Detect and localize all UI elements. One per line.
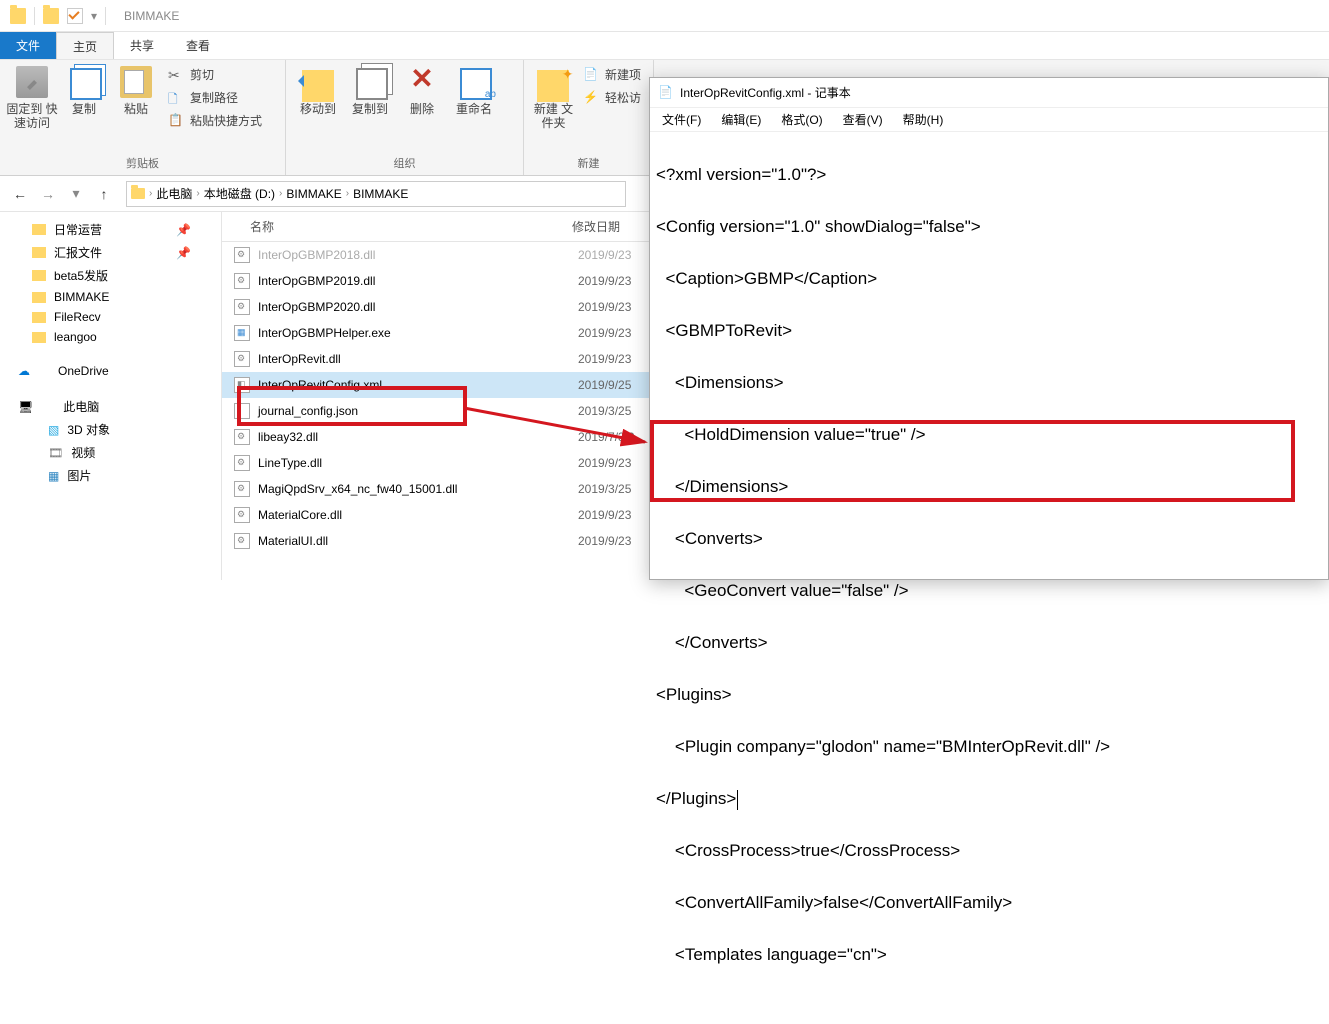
scissors-icon bbox=[168, 67, 184, 83]
easyaccess-icon bbox=[583, 90, 599, 106]
group-new-label: 新建 bbox=[524, 153, 653, 175]
breadcrumb-seg-folder1: BIMMAKE› bbox=[286, 187, 351, 201]
check-icon[interactable] bbox=[67, 8, 83, 24]
json-icon bbox=[234, 403, 250, 419]
newfolder-icon bbox=[537, 70, 569, 102]
tab-home[interactable]: 主页 bbox=[56, 32, 114, 59]
notepad-titlebar[interactable]: 📄 InterOpRevitConfig.xml - 记事本 bbox=[650, 78, 1328, 108]
notepad-window: 📄 InterOpRevitConfig.xml - 记事本 文件(F) 编辑(… bbox=[649, 77, 1329, 580]
dll-icon bbox=[234, 351, 250, 367]
pasteshortcut-button[interactable]: 粘贴快捷方式 bbox=[168, 112, 262, 129]
breadcrumb-seg-drive: 本地磁盘 (D:)› bbox=[204, 185, 285, 202]
copypath-button[interactable]: 复制路径 bbox=[168, 89, 262, 106]
dll-icon bbox=[234, 273, 250, 289]
pin-button[interactable]: 固定到 快速访问 bbox=[6, 64, 58, 130]
dll-icon bbox=[234, 455, 250, 471]
pin-icon bbox=[16, 66, 48, 98]
tab-view[interactable]: 查看 bbox=[170, 32, 226, 59]
sidebar-item[interactable]: 汇报文件📌 bbox=[0, 241, 221, 264]
sidebar-item[interactable]: FileRecv bbox=[0, 307, 221, 327]
cut-button[interactable]: 剪切 bbox=[168, 66, 262, 83]
dll-icon bbox=[234, 299, 250, 315]
delete-button[interactable]: 删除 bbox=[396, 64, 448, 116]
delete-icon bbox=[406, 66, 438, 98]
sidebar: 日常运营📌 汇报文件📌 beta5发版 BIMMAKE FileRecv lea… bbox=[0, 212, 222, 580]
open-icon[interactable] bbox=[43, 8, 59, 24]
notepad-title: InterOpRevitConfig.xml - 记事本 bbox=[680, 84, 851, 101]
newitem-icon bbox=[583, 67, 599, 83]
moveto-button[interactable]: 移动到 bbox=[292, 64, 344, 116]
paste-button[interactable]: 粘贴 bbox=[110, 64, 162, 116]
tab-share[interactable]: 共享 bbox=[114, 32, 170, 59]
newitem-button[interactable]: 新建项 bbox=[583, 66, 641, 83]
ribbon-tabs: 文件 主页 共享 查看 bbox=[0, 32, 1329, 60]
sidebar-item[interactable]: BIMMAKE bbox=[0, 287, 221, 307]
notepad-icon: 📄 bbox=[658, 85, 674, 101]
dll-icon bbox=[234, 429, 250, 445]
address-bar[interactable]: › 此电脑› 本地磁盘 (D:)› BIMMAKE› BIMMAKE bbox=[126, 181, 626, 207]
breadcrumb-seg-folder2: BIMMAKE bbox=[353, 187, 408, 201]
menu-file[interactable]: 文件(F) bbox=[654, 109, 709, 130]
up-button[interactable]: ↑ bbox=[92, 182, 116, 206]
dll-icon bbox=[234, 533, 250, 549]
titlebar: ▾ BIMMAKE bbox=[0, 0, 1329, 32]
copypath-icon bbox=[168, 90, 184, 106]
quick-access-toolbar: ▾ bbox=[0, 7, 116, 25]
copyto-icon bbox=[356, 68, 388, 100]
text-cursor bbox=[737, 790, 738, 810]
menu-edit[interactable]: 编辑(E) bbox=[713, 109, 769, 130]
pasteshortcut-icon bbox=[168, 113, 184, 129]
rename-button[interactable]: 重命名 bbox=[448, 64, 500, 116]
folder-icon bbox=[131, 188, 145, 199]
back-button[interactable]: ← bbox=[8, 182, 32, 206]
breadcrumb-seg-pc: 此电脑› bbox=[156, 185, 201, 202]
exe-icon bbox=[234, 325, 250, 341]
sidebar-3dobjects[interactable]: ▧3D 对象 bbox=[0, 418, 221, 441]
header-date[interactable]: 修改日期 bbox=[572, 218, 620, 235]
dll-icon bbox=[234, 247, 250, 263]
group-clipboard-label: 剪贴板 bbox=[0, 153, 285, 175]
menu-view[interactable]: 查看(V) bbox=[835, 109, 891, 130]
sidebar-pictures[interactable]: ▦图片 bbox=[0, 464, 221, 487]
tab-file[interactable]: 文件 bbox=[0, 32, 56, 59]
menu-help[interactable]: 帮助(H) bbox=[895, 109, 952, 130]
copy-icon bbox=[70, 68, 102, 100]
sidebar-onedrive[interactable]: OneDrive bbox=[0, 361, 221, 381]
group-organize-label: 组织 bbox=[286, 153, 523, 175]
folder-icon[interactable] bbox=[10, 8, 26, 24]
sidebar-item[interactable]: beta5发版 bbox=[0, 264, 221, 287]
window-title: BIMMAKE bbox=[116, 9, 179, 23]
newfolder-button[interactable]: 新建 文件夹 bbox=[530, 64, 577, 130]
forward-button[interactable]: → bbox=[36, 182, 60, 206]
sidebar-videos[interactable]: 🎞视频 bbox=[0, 441, 221, 464]
sidebar-item[interactable]: leangoo bbox=[0, 327, 221, 347]
rename-icon bbox=[460, 68, 492, 100]
dll-icon bbox=[234, 481, 250, 497]
recent-dropdown[interactable]: ▾ bbox=[64, 182, 88, 206]
sidebar-thispc[interactable]: 此电脑 bbox=[0, 395, 221, 418]
notepad-textarea[interactable]: <?xml version="1.0"?> <Config version="1… bbox=[650, 132, 1328, 1024]
copyto-button[interactable]: 复制到 bbox=[344, 64, 396, 116]
paste-icon bbox=[120, 66, 152, 98]
xml-icon bbox=[234, 377, 250, 393]
easyaccess-button[interactable]: 轻松访 bbox=[583, 89, 641, 106]
dll-icon bbox=[234, 507, 250, 523]
copy-button[interactable]: 复制 bbox=[58, 64, 110, 116]
menu-format[interactable]: 格式(O) bbox=[773, 109, 830, 130]
moveto-icon bbox=[302, 70, 334, 102]
notepad-menubar: 文件(F) 编辑(E) 格式(O) 查看(V) 帮助(H) bbox=[650, 108, 1328, 132]
sidebar-item[interactable]: 日常运营📌 bbox=[0, 218, 221, 241]
header-name[interactable]: 名称 bbox=[222, 218, 572, 235]
